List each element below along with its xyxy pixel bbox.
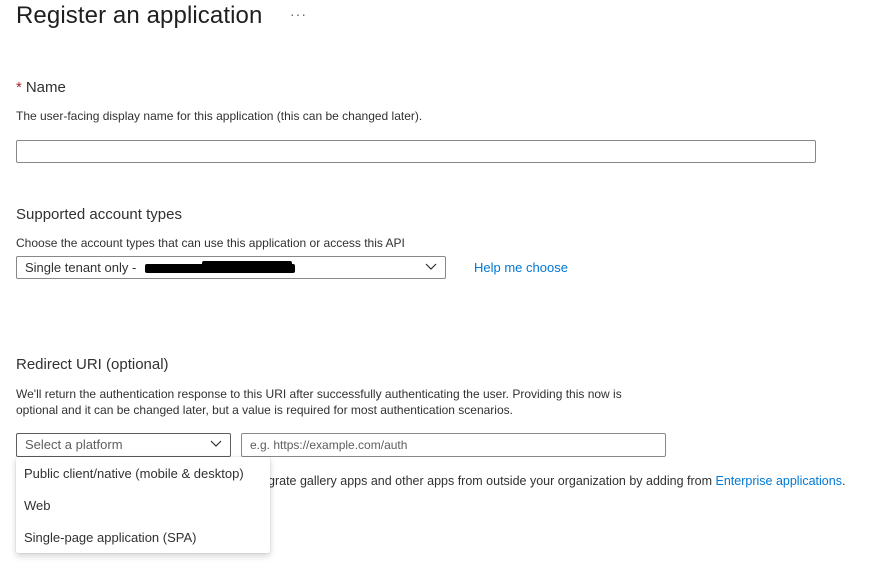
required-asterisk: * bbox=[16, 79, 22, 96]
redirect-uri-input[interactable]: e.g. https://example.com/auth bbox=[241, 433, 666, 457]
chevron-down-icon bbox=[210, 440, 222, 447]
account-types-description: Choose the account types that can use th… bbox=[16, 236, 405, 250]
platform-placeholder: Select a platform bbox=[25, 437, 123, 452]
name-input[interactable] bbox=[16, 140, 816, 163]
platform-dropdown[interactable]: Select a platform bbox=[16, 433, 231, 457]
account-types-selected: Single tenant only - bbox=[25, 260, 137, 275]
page-title: Register an application bbox=[16, 2, 263, 29]
help-me-choose-link[interactable]: Help me choose bbox=[474, 260, 568, 275]
redirect-uri-description-2: optional and it can be changed later, bu… bbox=[16, 403, 513, 417]
redirect-uri-description-1: We'll return the authentication response… bbox=[16, 387, 622, 401]
platform-dropdown-menu: Public client/native (mobile & desktop) … bbox=[16, 457, 270, 553]
gallery-note-text: grate gallery apps and other apps from o… bbox=[268, 474, 713, 488]
gallery-note: grate gallery apps and other apps from o… bbox=[268, 473, 845, 490]
gallery-note-suffix: . bbox=[841, 474, 846, 488]
more-options-button[interactable]: ··· bbox=[290, 6, 307, 22]
enterprise-applications-link[interactable]: Enterprise applications bbox=[716, 474, 842, 488]
platform-option-spa[interactable]: Single-page application (SPA) bbox=[24, 530, 196, 545]
name-description: The user-facing display name for this ap… bbox=[16, 109, 423, 123]
chevron-down-icon bbox=[425, 263, 437, 270]
name-label: * Name bbox=[16, 79, 66, 96]
account-types-label: Supported account types bbox=[16, 206, 182, 223]
platform-option-public-client[interactable]: Public client/native (mobile & desktop) bbox=[24, 466, 244, 481]
platform-option-web[interactable]: Web bbox=[24, 498, 51, 513]
name-label-text: Name bbox=[25, 79, 66, 96]
redirect-uri-placeholder: e.g. https://example.com/auth bbox=[250, 438, 408, 452]
account-types-dropdown[interactable]: Single tenant only - bbox=[16, 256, 446, 279]
redirect-uri-label: Redirect URI (optional) bbox=[16, 356, 169, 373]
redacted-tenant-name-overlap bbox=[202, 261, 292, 267]
